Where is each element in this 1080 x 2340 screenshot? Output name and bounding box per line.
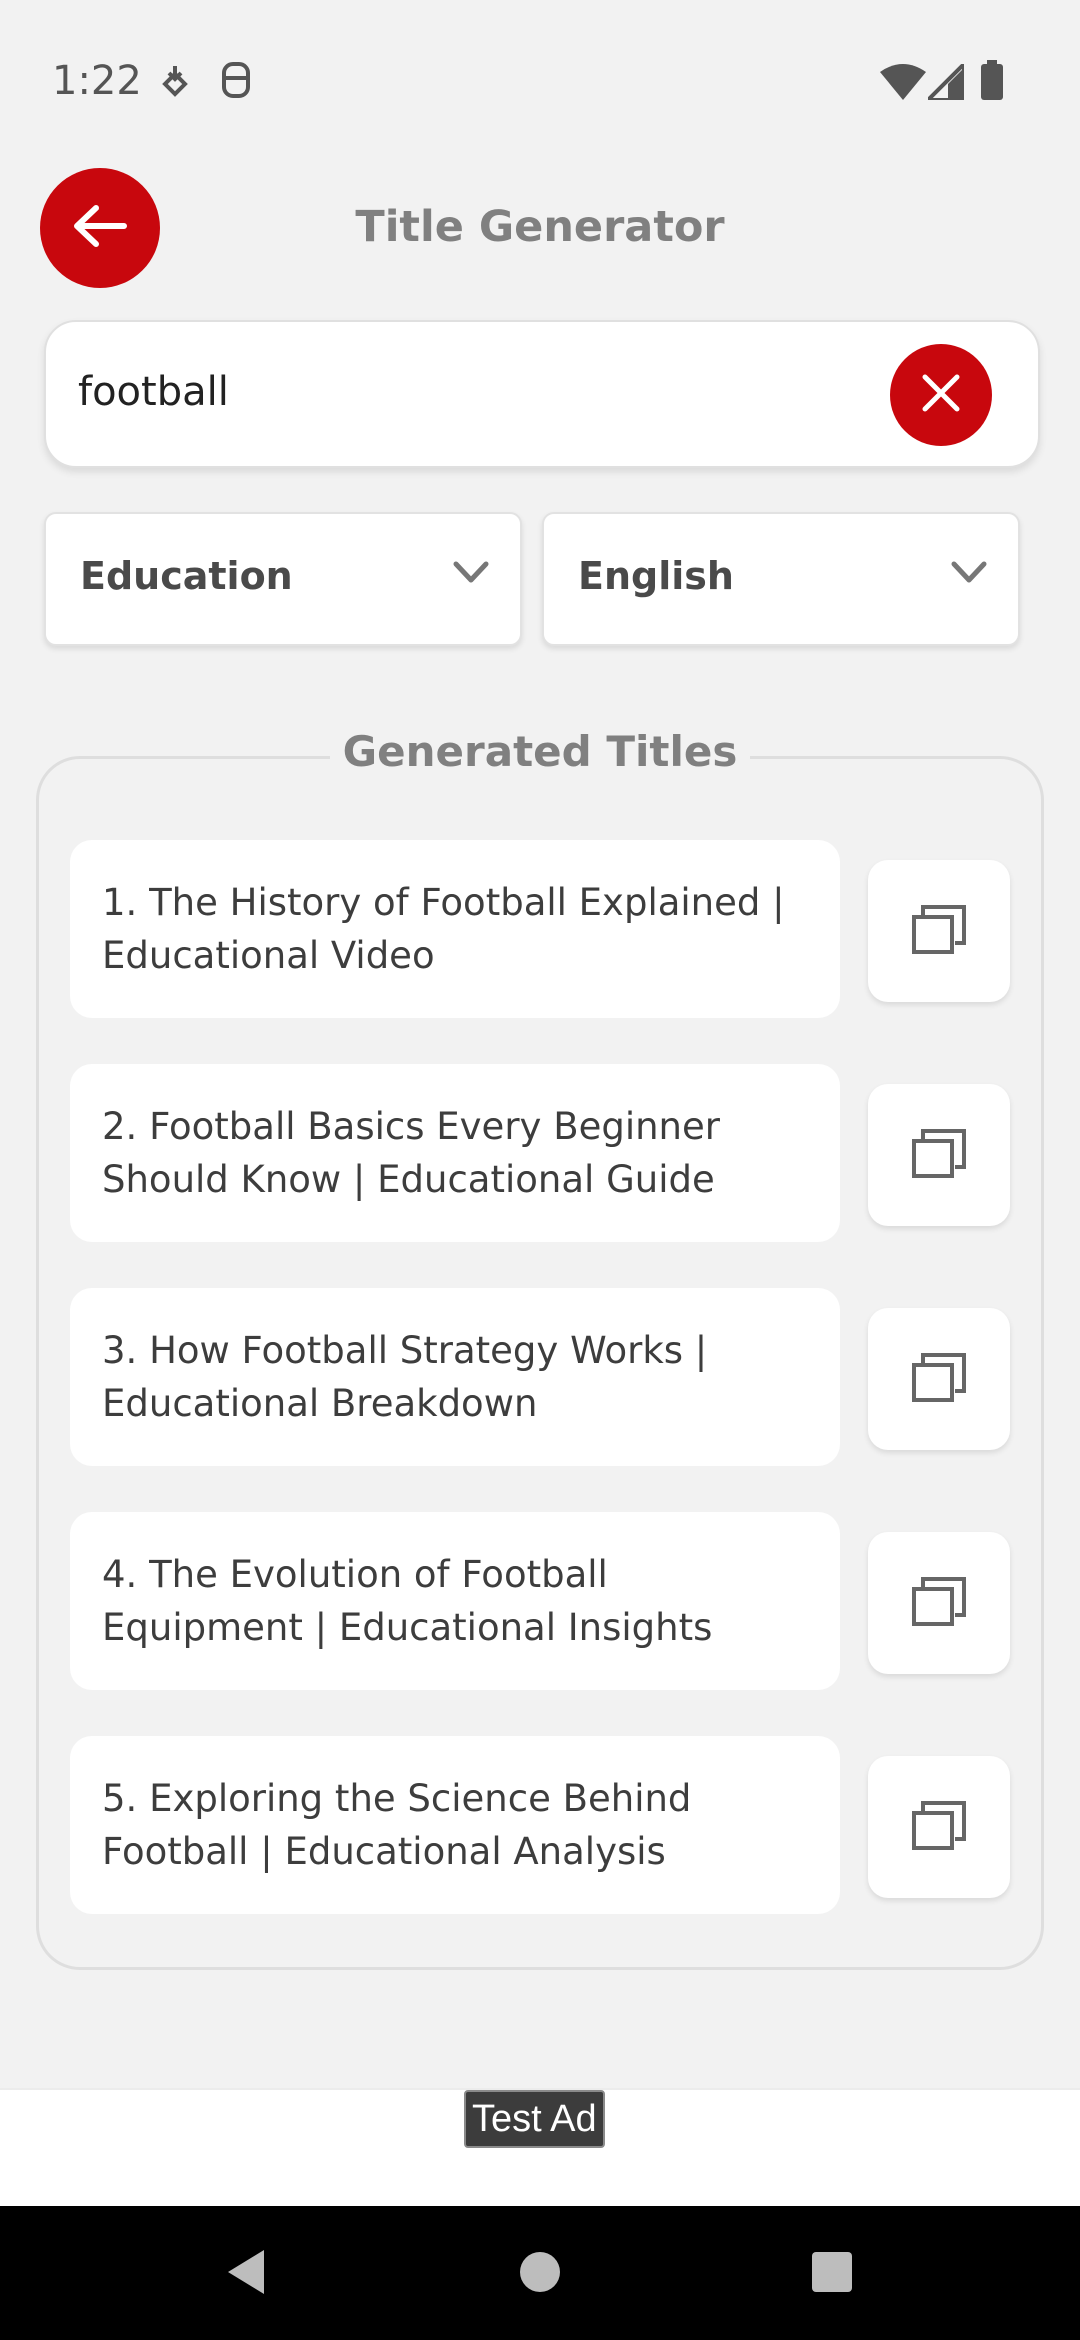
language-selected: English xyxy=(578,554,734,598)
sim-icon xyxy=(220,60,252,105)
copy-icon xyxy=(911,1351,967,1408)
title-text: 3. How Football Strategy Works | Educati… xyxy=(102,1329,708,1425)
ad-banner[interactable]: Test Ad xyxy=(0,2088,1080,2208)
copy-icon xyxy=(911,1799,967,1856)
ad-label: Test Ad xyxy=(464,2090,605,2148)
close-icon xyxy=(921,373,961,418)
copy-button[interactable] xyxy=(868,1308,1010,1450)
title-card: 3. How Football Strategy Works | Educati… xyxy=(70,1288,840,1466)
signal-icon xyxy=(923,59,966,105)
battery-icon xyxy=(980,60,1004,105)
copy-button[interactable] xyxy=(868,860,1010,1002)
category-dropdown[interactable]: Education xyxy=(44,512,522,646)
title-card: 5. Exploring the Science Behind Football… xyxy=(70,1736,840,1914)
status-time: 1:22 xyxy=(52,58,142,104)
title-card: 4. The Evolution of Football Equipment |… xyxy=(70,1512,840,1690)
download-icon xyxy=(160,60,190,105)
title-text: 5. Exploring the Science Behind Football… xyxy=(102,1777,692,1873)
title-text: 2. Football Basics Every Beginner Should… xyxy=(102,1105,720,1201)
clear-search-button[interactable] xyxy=(890,344,992,446)
title-card: 1. The History of Football Explained | E… xyxy=(70,840,840,1018)
title-text: 4. The Evolution of Football Equipment |… xyxy=(102,1553,713,1649)
wifi-icon xyxy=(880,64,926,105)
system-nav-bar xyxy=(0,2206,1080,2340)
nav-recents-button[interactable] xyxy=(800,2242,864,2306)
home-circle-icon xyxy=(518,2250,562,2299)
copy-icon xyxy=(911,903,967,960)
page-title: Title Generator xyxy=(355,202,725,252)
back-triangle-icon xyxy=(224,2248,268,2301)
category-selected: Education xyxy=(80,554,293,598)
chevron-down-icon xyxy=(950,560,988,591)
search-box xyxy=(44,320,1040,468)
copy-button[interactable] xyxy=(868,1532,1010,1674)
copy-button[interactable] xyxy=(868,1756,1010,1898)
nav-back-button[interactable] xyxy=(214,2242,278,2306)
status-bar: 1:22 xyxy=(0,0,1080,165)
search-input[interactable] xyxy=(78,362,878,422)
copy-button[interactable] xyxy=(868,1084,1010,1226)
generated-titles-heading: Generated Titles xyxy=(330,722,750,782)
nav-home-button[interactable] xyxy=(508,2242,572,2306)
language-dropdown[interactable]: English xyxy=(542,512,1020,646)
recents-square-icon xyxy=(810,2250,854,2299)
copy-icon xyxy=(911,1127,967,1184)
title-card: 2. Football Basics Every Beginner Should… xyxy=(70,1064,840,1242)
title-text: 1. The History of Football Explained | E… xyxy=(102,881,785,977)
chevron-down-icon xyxy=(452,560,490,591)
copy-icon xyxy=(911,1575,967,1632)
